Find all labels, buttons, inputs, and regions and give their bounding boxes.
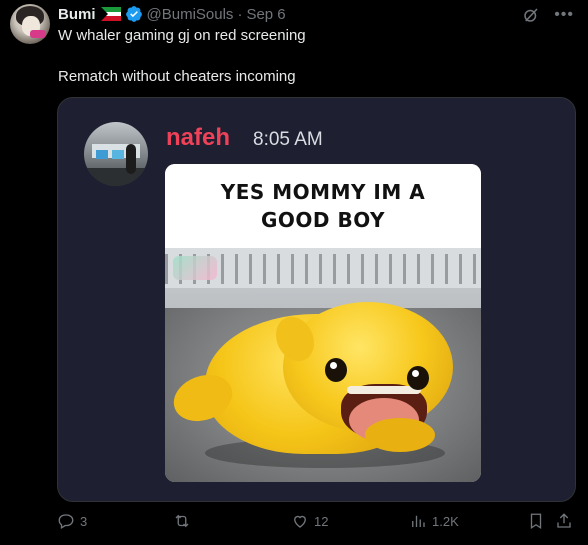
bookmark-icon <box>530 513 542 530</box>
sticker-logo <box>173 256 217 280</box>
author-name[interactable]: Bumi <box>58 6 96 23</box>
share-icon <box>557 513 571 528</box>
verified-badge-icon <box>125 6 142 22</box>
meme-image: YES MOMMY IM A GOOD BOY <box>165 164 481 482</box>
reply-icon <box>58 514 74 529</box>
heart-icon <box>294 515 306 528</box>
meme-caption-line-1: YES MOMMY IM A <box>220 180 426 204</box>
like-count: 12 <box>314 513 329 529</box>
views-chart-icon <box>412 515 425 527</box>
discord-user-avatar <box>84 122 148 186</box>
top-right-icons: ••• <box>522 6 574 24</box>
author-avatar[interactable] <box>10 4 50 44</box>
reply-count: 3 <box>80 513 88 529</box>
like-button[interactable]: 12 <box>291 512 328 530</box>
meme-caption-line-2: GOOD BOY <box>261 208 385 232</box>
grok-icon[interactable] <box>522 6 540 24</box>
view-count: 1.2K <box>432 513 459 529</box>
kuwait-flag-icon <box>100 7 121 21</box>
views-button[interactable]: 1.2K <box>409 512 459 530</box>
meme-caption: YES MOMMY IM A GOOD BOY <box>165 164 481 248</box>
discord-timestamp: 8:05 AM <box>253 129 323 150</box>
tweet: Bumi @BumiSouls · Sep 6 ••• W whaler gam… <box>0 0 588 545</box>
action-bar: 3 12 1.2K <box>57 512 577 532</box>
author-handle[interactable]: @BumiSouls <box>147 6 234 23</box>
retweet-button[interactable] <box>173 512 196 530</box>
tweet-text-line-2: Rematch without cheaters incoming <box>58 68 296 85</box>
tweet-header: Bumi @BumiSouls · Sep 6 <box>58 4 286 24</box>
reply-button[interactable]: 3 <box>57 512 87 530</box>
tweet-date[interactable]: Sep 6 <box>246 6 285 23</box>
discord-username: nafeh <box>166 124 231 151</box>
bookmark-button[interactable] <box>527 512 545 530</box>
separator-dot: · <box>237 5 243 23</box>
tweet-media-screenshot[interactable]: nafeh 8:05 AM YES MOMMY IM A GOOD BOY <box>57 97 576 502</box>
avatar-tag <box>30 30 46 38</box>
more-options-icon[interactable]: ••• <box>554 7 574 23</box>
tweet-text-line-1: W whaler gaming gj on red screening <box>58 27 306 44</box>
meme-photo <box>165 248 481 482</box>
share-button[interactable] <box>555 512 573 530</box>
retweet-icon <box>175 514 189 528</box>
